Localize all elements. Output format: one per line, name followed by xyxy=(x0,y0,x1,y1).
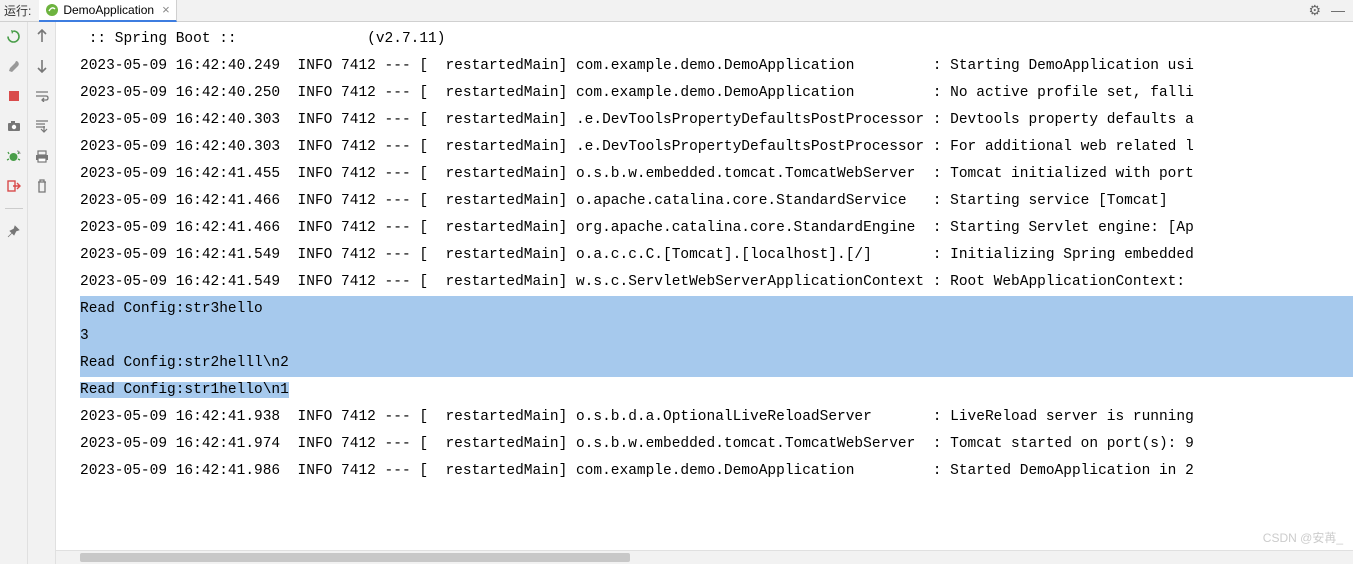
log-line: 2023-05-09 16:42:41.986 INFO 7412 --- [ … xyxy=(80,458,1353,485)
log-line: 2023-05-09 16:42:41.549 INFO 7412 --- [ … xyxy=(80,242,1353,269)
main-panel: :: Spring Boot :: (v2.7.11)2023-05-09 16… xyxy=(0,22,1353,564)
watermark: CSDN @安苒_ xyxy=(1263,529,1343,546)
tab-label: DemoApplication xyxy=(63,3,154,17)
close-icon[interactable]: × xyxy=(162,2,170,17)
log-line: 2023-05-09 16:42:41.974 INFO 7412 --- [ … xyxy=(80,431,1353,458)
scrollbar-thumb[interactable] xyxy=(80,553,630,562)
console-output[interactable]: :: Spring Boot :: (v2.7.11)2023-05-09 16… xyxy=(56,22,1353,550)
bug-rerun-icon[interactable] xyxy=(6,148,22,164)
exit-icon[interactable] xyxy=(6,178,22,194)
pin-icon[interactable] xyxy=(6,223,22,239)
separator xyxy=(5,208,23,209)
console-wrap: :: Spring Boot :: (v2.7.11)2023-05-09 16… xyxy=(56,22,1353,564)
log-line: 2023-05-09 16:42:41.455 INFO 7412 --- [ … xyxy=(80,161,1353,188)
left-gutter-1 xyxy=(0,22,28,564)
scroll-to-end-icon[interactable] xyxy=(34,118,50,134)
trash-icon[interactable] xyxy=(34,178,50,194)
log-line: Read Config:str1hello\n1 xyxy=(80,377,1353,404)
down-arrow-icon[interactable] xyxy=(34,58,50,74)
spring-icon xyxy=(45,3,59,17)
run-tab[interactable]: DemoApplication × xyxy=(39,0,176,22)
rerun-icon[interactable] xyxy=(6,28,22,44)
soft-wrap-icon[interactable] xyxy=(34,88,50,104)
log-line: 2023-05-09 16:42:40.303 INFO 7412 --- [ … xyxy=(80,134,1353,161)
run-label: 运行: xyxy=(0,2,39,19)
log-line: 2023-05-09 16:42:41.938 INFO 7412 --- [ … xyxy=(80,404,1353,431)
log-line: 2023-05-09 16:42:41.466 INFO 7412 --- [ … xyxy=(80,188,1353,215)
gear-icon[interactable]: ⚙ xyxy=(1308,2,1321,19)
log-line: 2023-05-09 16:42:40.249 INFO 7412 --- [ … xyxy=(80,53,1353,80)
log-line: 2023-05-09 16:42:40.250 INFO 7412 --- [ … xyxy=(80,80,1353,107)
wrench-icon[interactable] xyxy=(6,58,22,74)
log-line: Read Config:str3hello xyxy=(80,296,1353,323)
top-bar: 运行: DemoApplication × ⚙ — xyxy=(0,0,1353,22)
up-arrow-icon[interactable] xyxy=(34,28,50,44)
print-icon[interactable] xyxy=(34,148,50,164)
log-line: 2023-05-09 16:42:41.549 INFO 7412 --- [ … xyxy=(80,269,1353,296)
minimize-icon[interactable]: — xyxy=(1331,2,1345,19)
log-line: 3 xyxy=(80,323,1353,350)
log-line: :: Spring Boot :: (v2.7.11) xyxy=(80,26,1353,53)
camera-icon[interactable] xyxy=(6,118,22,134)
left-gutter-2 xyxy=(28,22,56,564)
stop-icon[interactable] xyxy=(6,88,22,104)
horizontal-scrollbar[interactable] xyxy=(56,550,1353,564)
log-line: Read Config:str2helll\n2 xyxy=(80,350,1353,377)
log-line: 2023-05-09 16:42:40.303 INFO 7412 --- [ … xyxy=(80,107,1353,134)
log-line: 2023-05-09 16:42:41.466 INFO 7412 --- [ … xyxy=(80,215,1353,242)
